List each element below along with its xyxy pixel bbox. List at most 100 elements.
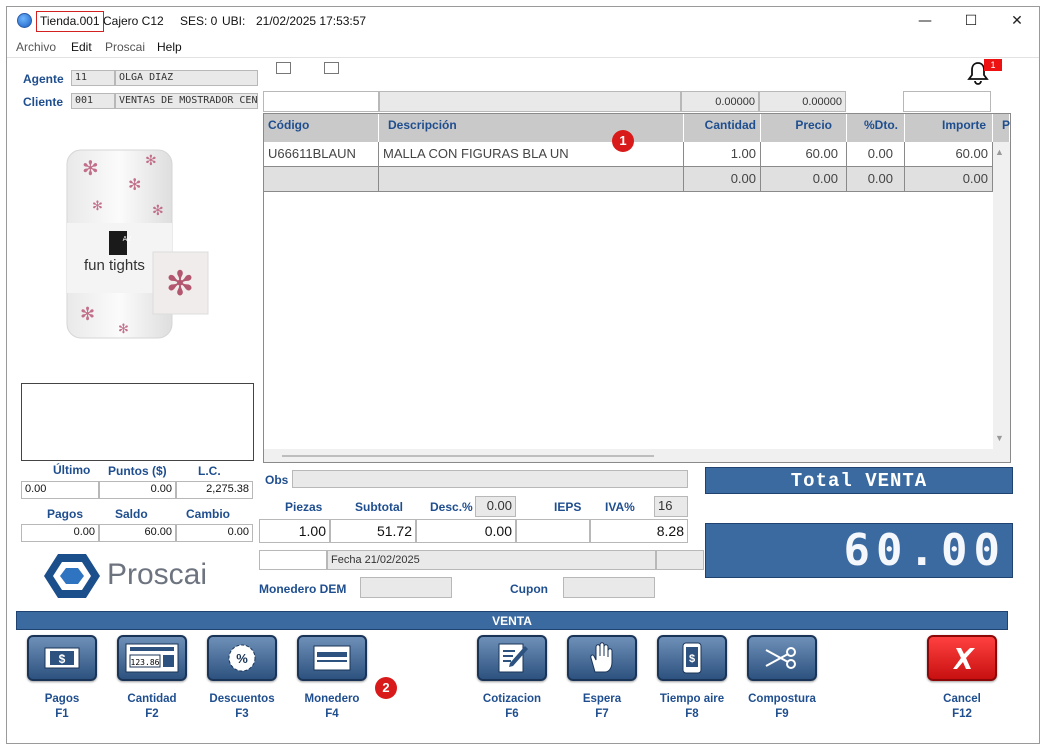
cotizacion-button[interactable] (477, 635, 547, 681)
espera-caption: Espera (582, 693, 622, 705)
total-label: Total VENTA (705, 467, 1013, 494)
fecha-field: Fecha 21/02/2025 (327, 550, 656, 570)
table-row-1-descuento[interactable]: 0.00 (847, 142, 905, 167)
svg-text:✻: ✻ (118, 322, 129, 337)
iva-value-field: 8.28 (590, 519, 688, 543)
compostura-button[interactable] (747, 635, 817, 681)
marker-one-badge: 1 (612, 130, 634, 152)
product-brand-text: fun tights (84, 257, 145, 274)
svg-text:%: % (236, 651, 248, 666)
monedero-label: Monedero DEM (259, 582, 347, 596)
cancel-button[interactable] (927, 635, 997, 681)
table-row-1-descripcion[interactable]: MALLA CON FIGURAS BLA UN (379, 142, 684, 167)
lc-field: 2,275.38 (176, 481, 253, 499)
svg-text:123.86: 123.86 (131, 658, 160, 667)
price-entry-field[interactable]: 0.00000 (759, 91, 846, 112)
espera-button[interactable] (567, 635, 637, 681)
cupon-field[interactable] (563, 577, 655, 598)
col-importe[interactable]: Importe (905, 114, 993, 142)
cancel-caption: Cancel (943, 693, 981, 705)
description-entry-field (379, 91, 681, 112)
maximize-button[interactable]: ☐ (948, 8, 994, 34)
svg-text:✻: ✻ (80, 304, 95, 325)
cashier-label: Cajero C12 (103, 14, 164, 28)
table-row-1-cantidad[interactable]: 1.00 (684, 142, 761, 167)
monedero-field[interactable] (360, 577, 452, 598)
tiempo-aire-label-block: Tiempo aire F8 (647, 692, 737, 722)
compostura-caption: Compostura (748, 693, 816, 705)
client-code-field[interactable]: 001 (71, 93, 115, 109)
menu-help[interactable]: Help (157, 40, 182, 54)
proscai-logo-text: Proscai (107, 558, 208, 591)
piezas-field: 1.00 (259, 519, 330, 543)
pagos-field: 0.00 (21, 524, 99, 542)
menu-edit[interactable]: Edit (71, 40, 92, 54)
cancel-key: F12 (952, 708, 972, 720)
col-precio[interactable]: Precio (761, 114, 847, 142)
monedero-caption: Monedero (304, 693, 360, 705)
pagos-button[interactable]: $ (27, 635, 97, 681)
pagos-label: Pagos (47, 507, 84, 521)
table-row-1-importe[interactable]: 60.00 (905, 142, 993, 167)
option-checkbox-1[interactable] (276, 62, 291, 74)
menu-proscai[interactable]: Proscai (105, 40, 145, 54)
menu-archivo[interactable]: Archivo (16, 40, 56, 54)
agent-code-field[interactable]: 11 (71, 70, 115, 86)
table-row-1-precio[interactable]: 60.00 (761, 142, 847, 167)
compostura-label-block: Compostura F9 (737, 692, 827, 722)
svg-text:✻: ✻ (82, 156, 99, 180)
desc-label: Desc.% (430, 500, 473, 514)
datetime-label: 21/02/2025 17:53:57 (256, 14, 367, 28)
client-label: Cliente (23, 95, 64, 109)
svg-text:✻: ✻ (128, 175, 141, 194)
col-descripcion[interactable]: Descripción (379, 114, 684, 142)
qty-entry-field[interactable]: 0.00000 (681, 91, 759, 112)
table-row-2-precio[interactable]: 0.00 (761, 167, 847, 192)
horizontal-scroll-thumb[interactable] (282, 455, 654, 457)
obs-field[interactable] (292, 470, 688, 488)
monedero-button[interactable] (297, 635, 367, 681)
table-row-2-descuento[interactable]: 0.00 (847, 167, 905, 192)
col-p[interactable]: P (993, 114, 1010, 142)
cotizacion-key: F6 (505, 708, 519, 720)
cantidad-caption: Cantidad (127, 693, 177, 705)
table-row-2-cantidad[interactable]: 0.00 (684, 167, 761, 192)
table-row-2-codigo[interactable] (264, 167, 379, 192)
vertical-scrollbar[interactable] (993, 142, 1010, 462)
svg-text:✻: ✻ (145, 153, 157, 169)
extra-entry-input[interactable] (903, 91, 991, 112)
cambio-label: Cambio (186, 507, 231, 521)
scroll-up-icon[interactable]: ▲ (995, 147, 1004, 157)
client-name-field: VENTAS DE MOSTRADOR CENTR (115, 93, 258, 109)
cantidad-label-block: Cantidad F2 (107, 692, 197, 722)
minimize-button[interactable]: — (902, 8, 948, 34)
puntos-label: Puntos ($) (108, 464, 167, 478)
table-row-1-codigo[interactable]: U66611BLAUN (264, 142, 379, 167)
cantidad-button[interactable]: 123.86 (117, 635, 187, 681)
proscai-logo-icon (44, 552, 100, 600)
cupon-label: Cupon (510, 582, 548, 596)
col-codigo[interactable]: Código (264, 114, 379, 142)
descuentos-button[interactable]: % (207, 635, 277, 681)
table-row-2-descripcion[interactable] (379, 167, 684, 192)
svg-text:$: $ (689, 653, 695, 665)
scroll-down-icon[interactable]: ▼ (995, 433, 1004, 443)
col-descuento[interactable]: %Dto. (847, 114, 905, 142)
col-cantidad[interactable]: Cantidad (684, 114, 761, 142)
code-entry-input[interactable] (263, 91, 379, 112)
espera-label-block: Espera F7 (557, 692, 647, 722)
desc-pct-field[interactable]: 0.00 (475, 496, 516, 517)
tiempo-aire-button[interactable]: $ (657, 635, 727, 681)
close-button[interactable]: ✕ (994, 8, 1040, 34)
dollar-bill-icon: $ (44, 647, 80, 669)
pagos-caption: Pagos (44, 693, 80, 705)
option-checkbox-2[interactable] (324, 62, 339, 74)
agent-label: Agente (23, 72, 64, 86)
table-row-2-importe[interactable]: 0.00 (905, 167, 993, 192)
lc-label: L.C. (198, 464, 221, 478)
cotizacion-caption: Cotizacion (482, 693, 542, 705)
mode-bar: VENTA (16, 611, 1008, 630)
store-label: Tienda.001 (36, 11, 104, 32)
tiempo-aire-key: F8 (685, 708, 699, 720)
cantidad-key: F2 (145, 708, 159, 720)
